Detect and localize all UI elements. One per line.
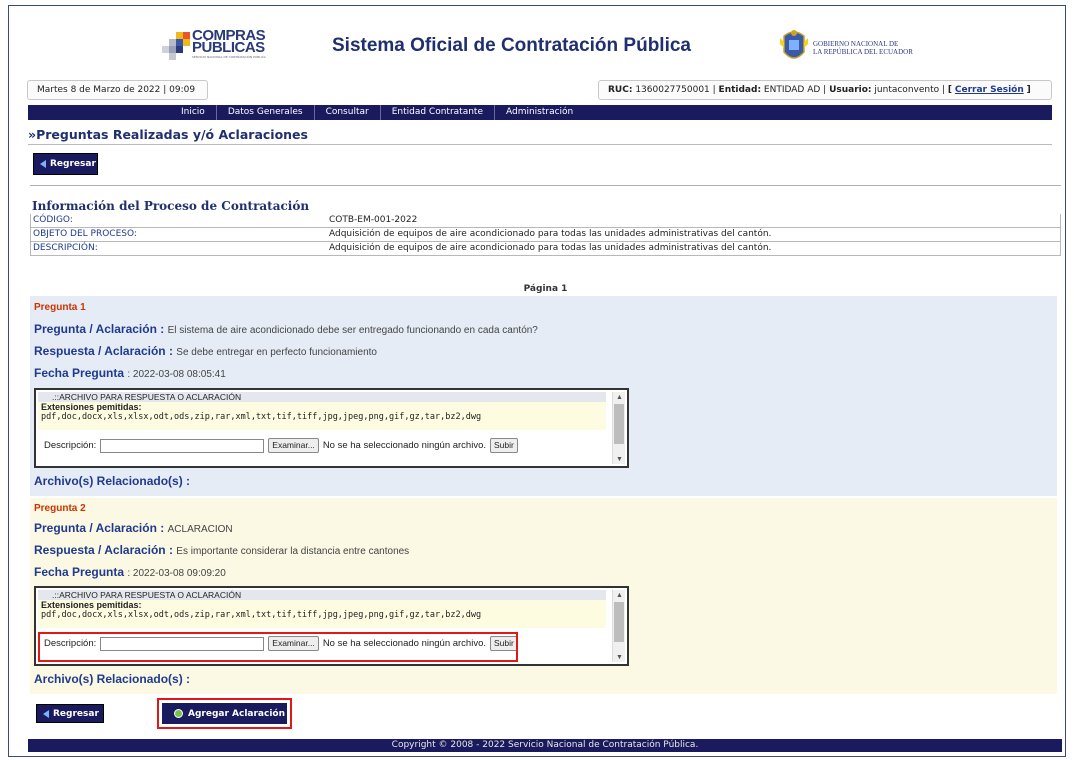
process-key: DESCRIPCIÓN: [33,243,98,253]
question-block-2: Pregunta 2 Pregunta / Aclaración : ACLAR… [30,498,1057,694]
process-info: Información del Proceso de Contratación … [30,185,1061,256]
ruc-value: 1360027750001 [635,85,710,95]
respuesta-label: Respuesta / Aclaración : [34,543,173,557]
pregunta-line: Pregunta / Aclaración : ACLARACION [34,521,233,535]
regresar-label: Regresar [53,708,99,719]
upload-scrollbar[interactable]: ▲ ▼ [612,392,625,464]
fecha-value: : 2022-03-08 09:09:20 [127,568,226,579]
regresar-button-bottom[interactable]: Regresar [36,704,104,723]
current-date: Martes 8 de Marzo de 2022 | 09:09 [37,85,196,95]
process-row: CÓDIGO: COTB-EM-001-2022 [30,214,1061,228]
extensions-label: Extensiones pemitidas: [41,600,142,610]
process-value: COTB-EM-001-2022 [329,215,418,225]
scroll-thumb[interactable] [614,602,624,642]
agregar-aclaracion-button[interactable]: Agregar Aclaración [162,703,287,724]
header: COMPRAS PÚBLICAS SERVICIO NACIONAL DE CO… [0,0,1074,76]
logo-text: COMPRAS PÚBLICAS [192,28,266,56]
scroll-thumb[interactable] [614,404,624,444]
nav-inicio[interactable]: Inicio [170,105,216,120]
usuario-label: Usuario: [829,85,872,95]
gob-line1: GOBIERNO NACIONAL DE [813,40,899,48]
process-key: OBJETO DEL PROCESO: [33,229,137,239]
system-title: Sistema Oficial de Contratación Pública [332,35,691,56]
process-row: DESCRIPCIÓN: Adquisición de equipos de a… [30,242,1061,256]
fecha-label: Fecha Pregunta [34,565,125,579]
entidad-value: ENTIDAD AD [763,85,821,95]
fecha-line: Fecha Pregunta : 2022-03-08 08:05:41 [34,366,226,380]
logo-squares-icon [162,32,190,60]
respuesta-label: Respuesta / Aclaración : [34,344,173,358]
nav-administracion[interactable]: Administración [493,105,584,120]
extensions-list: pdf,doc,docx,xls,xlsx,odt,ods,zip,rar,xm… [41,412,482,422]
pregunta-label: Pregunta / Aclaración : [34,322,165,336]
entidad-label: Entidad: [718,85,762,95]
logout-link[interactable]: Cerrar Sesión [955,85,1024,95]
logo-subtext: SERVICIO NACIONAL DE CONTRATACIÓN PÚBLIC… [192,55,266,59]
agregar-label: Agregar Aclaración [188,708,286,719]
gobierno-logo: GOBIERNO NACIONAL DE LA REPÚBLICA DEL EC… [780,28,940,64]
page-indicator: Página 1 [523,284,568,294]
examinar-button[interactable]: Examinar... [268,438,319,453]
date-bar: Martes 8 de Marzo de 2022 | 09:09 [27,80,208,100]
upload-title: .::ARCHIVO PARA RESPUESTA O ACLARACIÓN [38,392,606,402]
page-title: »Preguntas Realizadas y/ó Aclaraciones [28,127,1052,145]
regresar-button-top[interactable]: Regresar [33,153,98,175]
scroll-up-icon[interactable]: ▲ [616,592,623,599]
scroll-down-icon[interactable]: ▼ [616,654,623,661]
respuesta-line: Respuesta / Aclaración : Se debe entrega… [34,344,377,358]
process-key: CÓDIGO: [33,215,73,225]
back-arrow-icon [43,709,49,718]
pregunta-text: ACLARACION [167,524,233,535]
no-file-text: No se ha seleccionado ningún archivo. [322,440,487,451]
descripcion-label: Descripción: [44,440,97,451]
fecha-value: : 2022-03-08 08:05:41 [127,369,226,380]
compras-publicas-logo: COMPRAS PÚBLICAS SERVICIO NACIONAL DE CO… [162,28,266,66]
descripcion-input[interactable] [100,438,265,453]
question-block-1: Pregunta 1 Pregunta / Aclaración : El si… [30,296,1057,496]
archivos-label: Archivo(s) Relacionado(s) : [34,672,191,686]
respuesta-text: Se debe entregar en perfecto funcionamie… [176,347,377,358]
add-circle-icon [174,709,183,718]
extensions-label: Extensiones pemitidas: [41,402,142,412]
respuesta-line: Respuesta / Aclaración : Es importante c… [34,543,409,557]
gob-line2: LA REPÚBLICA DEL ECUADOR [813,48,913,56]
scroll-up-icon[interactable]: ▲ [616,394,623,401]
footer: Copyright © 2008 - 2022 Servicio Naciona… [28,739,1062,752]
back-arrow-icon [40,160,46,168]
process-row: OBJETO DEL PROCESO: Adquisición de equip… [30,228,1061,242]
extensions-box: Extensiones pemitidas: pdf,doc,docx,xls,… [38,402,606,430]
session-bar: RUC: 1360027750001 | Entidad: ENTIDAD AD… [598,80,1052,100]
ruc-label: RUC: [608,85,633,95]
pregunta-text: El sistema de aire acondicionado debe se… [167,325,538,336]
upload-title: .::ARCHIVO PARA RESPUESTA O ACLARACIÓN [38,590,606,600]
respuesta-text: Es importante considerar la distancia en… [176,546,410,557]
coat-of-arms-icon [780,30,808,59]
extensions-box: Extensiones pemitidas: pdf,doc,docx,xls,… [38,600,606,628]
nav-consultar[interactable]: Consultar [313,105,380,120]
fecha-label: Fecha Pregunta [34,366,125,380]
upload-row: Descripción: Examinar... No se ha selecc… [44,438,518,453]
gobierno-text: GOBIERNO NACIONAL DE LA REPÚBLICA DEL EC… [813,40,913,56]
extensions-list: pdf,doc,docx,xls,xlsx,odt,ods,zip,rar,xm… [41,610,482,620]
upload-panel: .::ARCHIVO PARA RESPUESTA O ACLARACIÓN E… [34,388,629,468]
process-info-title: Información del Proceso de Contratación [32,199,310,213]
nav-entidad-contratante[interactable]: Entidad Contratante [379,105,494,120]
archivos-label: Archivo(s) Relacionado(s) : [34,474,191,488]
subir-button[interactable]: Subir [490,438,518,453]
main-nav: Inicio Datos Generales Consultar Entidad… [28,105,1052,120]
pregunta-line: Pregunta / Aclaración : El sistema de ai… [34,322,538,336]
fecha-line: Fecha Pregunta : 2022-03-08 09:09:20 [34,565,226,579]
upload-scrollbar[interactable]: ▲ ▼ [612,590,625,662]
highlight-upload-row [38,632,518,662]
process-value: Adquisición de equipos de aire acondicio… [329,229,772,239]
usuario-value: juntaconvento [874,85,940,95]
regresar-label: Regresar [50,159,96,169]
logo-line2: PÚBLICAS [192,39,265,56]
question-number: Pregunta 2 [34,503,86,514]
scroll-down-icon[interactable]: ▼ [616,456,623,463]
process-value: Adquisición de equipos de aire acondicio… [329,243,772,253]
question-number: Pregunta 1 [34,302,86,313]
pregunta-label: Pregunta / Aclaración : [34,521,165,535]
nav-datos-generales[interactable]: Datos Generales [215,105,314,120]
